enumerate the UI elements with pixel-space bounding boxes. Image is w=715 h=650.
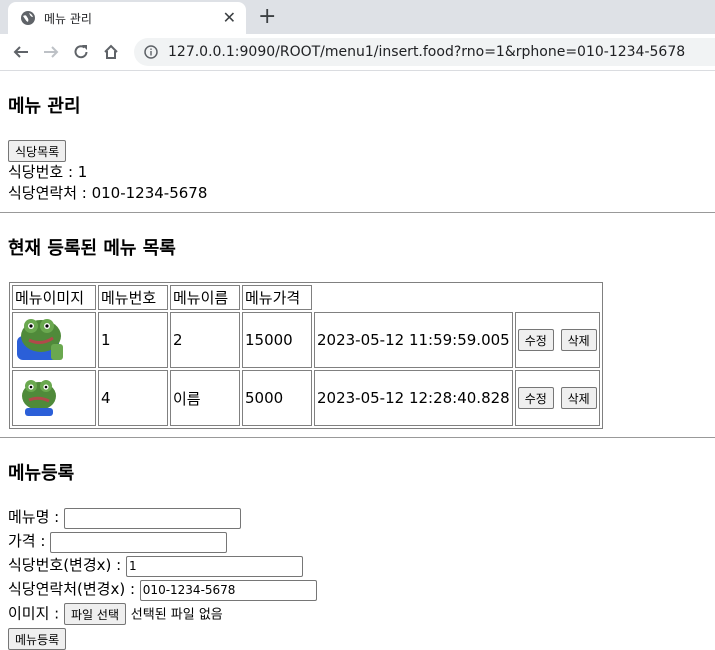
menu-image-cell	[12, 312, 96, 368]
menu-actions-cell: 수정 삭제	[514, 370, 600, 426]
frog-image	[22, 380, 56, 416]
edit-button[interactable]: 수정	[517, 329, 554, 351]
register-heading: 메뉴등록	[8, 463, 75, 484]
form-row: 식당번호(변경x) :	[8, 555, 707, 579]
table-row: 1 2 15000 2023-05-12 11:59:59.005 수정 삭제	[12, 312, 600, 368]
menu-register-button[interactable]: 메뉴등록	[8, 628, 67, 650]
header-cell: 메뉴이미지	[12, 285, 96, 310]
header-cell: 메뉴번호	[98, 285, 168, 310]
delete-button[interactable]: 삭제	[560, 329, 597, 351]
menu-name-input[interactable]	[64, 507, 242, 529]
file-select-button[interactable]: 파일 선택	[64, 603, 126, 625]
home-icon[interactable]	[96, 37, 126, 67]
restaurant-number-input[interactable]	[126, 555, 303, 577]
form-row: 이미지 : 파일 선택 선택된 파일 없음	[8, 603, 707, 627]
menu-actions-cell: 수정 삭제	[514, 312, 600, 368]
restaurant-number-label: 식당번호(변경x) :	[8, 556, 122, 574]
restaurant-phone-text: 식당연락처 : 010-1234-5678	[8, 184, 208, 202]
restaurant-list-button[interactable]: 식당목록	[8, 140, 67, 162]
price-label: 가격 :	[8, 532, 46, 550]
back-icon[interactable]	[6, 37, 36, 67]
close-icon[interactable]: ✕	[223, 10, 236, 26]
image-label: 이미지 :	[8, 604, 60, 623]
divider	[0, 212, 715, 213]
page-title: 메뉴 관리	[8, 96, 81, 117]
menu-date-cell: 2023-05-12 12:28:40.828	[314, 370, 513, 426]
edit-button[interactable]: 수정	[517, 387, 554, 409]
menu-list-heading: 현재 등록된 메뉴 목록	[8, 238, 176, 259]
file-status-text: 선택된 파일 없음	[130, 607, 223, 623]
restaurant-phone-label: 식당연락처(변경x) :	[8, 580, 136, 598]
header-cell: 메뉴이름	[170, 285, 240, 310]
forward-icon[interactable]	[36, 37, 66, 67]
price-input[interactable]	[50, 531, 228, 553]
reload-icon[interactable]	[66, 37, 96, 67]
restaurant-number-text: 식당번호 : 1	[8, 163, 88, 181]
delete-button[interactable]: 삭제	[560, 387, 597, 409]
restaurant-phone-input[interactable]	[139, 579, 317, 601]
header-cell: 메뉴가격	[242, 285, 312, 310]
menu-table: 메뉴이미지 메뉴번호 메뉴이름 메뉴가격 1 2 15000 2023-05-1…	[9, 282, 603, 429]
form-row: 메뉴명 :	[8, 507, 707, 531]
menu-name-label: 메뉴명 :	[8, 508, 60, 526]
menu-price-cell: 15000	[242, 312, 312, 368]
tab-strip: 메뉴 관리 ✕ +	[0, 0, 715, 34]
address-bar[interactable]: 127.0.0.1:9090/ROOT/menu1/insert.food?rn…	[134, 38, 715, 66]
menu-register-form: 메뉴명 : 가격 : 식당번호(변경x) : 식당연락처(변경x) : 이미지 …	[8, 507, 707, 650]
browser-tab[interactable]: 메뉴 관리 ✕	[8, 2, 246, 34]
table-row: 4 이름 5000 2023-05-12 12:28:40.828 수정 삭제	[12, 370, 600, 426]
menu-name-cell: 2	[170, 312, 240, 368]
form-row: 식당연락처(변경x) :	[8, 579, 707, 603]
menu-name-cell: 이름	[170, 370, 240, 426]
frog-image	[17, 319, 63, 360]
browser-toolbar: 127.0.0.1:9090/ROOT/menu1/insert.food?rn…	[0, 34, 715, 71]
globe-icon	[21, 11, 35, 25]
form-row: 가격 :	[8, 531, 707, 555]
table-header-row: 메뉴이미지 메뉴번호 메뉴이름 메뉴가격	[12, 285, 600, 310]
info-icon[interactable]	[144, 45, 158, 59]
menu-image-cell	[12, 370, 96, 426]
url-text: 127.0.0.1:9090/ROOT/menu1/insert.food?rn…	[168, 44, 686, 60]
menu-number-cell: 1	[98, 312, 168, 368]
menu-price-cell: 5000	[242, 370, 312, 426]
tab-title: 메뉴 관리	[44, 11, 92, 26]
menu-number-cell: 4	[98, 370, 168, 426]
menu-date-cell: 2023-05-12 11:59:59.005	[314, 312, 513, 368]
new-tab-icon[interactable]: +	[258, 6, 276, 28]
divider	[0, 437, 715, 438]
page-content: 메뉴 관리 식당목록 식당번호 : 1 식당연락처 : 010-1234-567…	[0, 92, 715, 650]
